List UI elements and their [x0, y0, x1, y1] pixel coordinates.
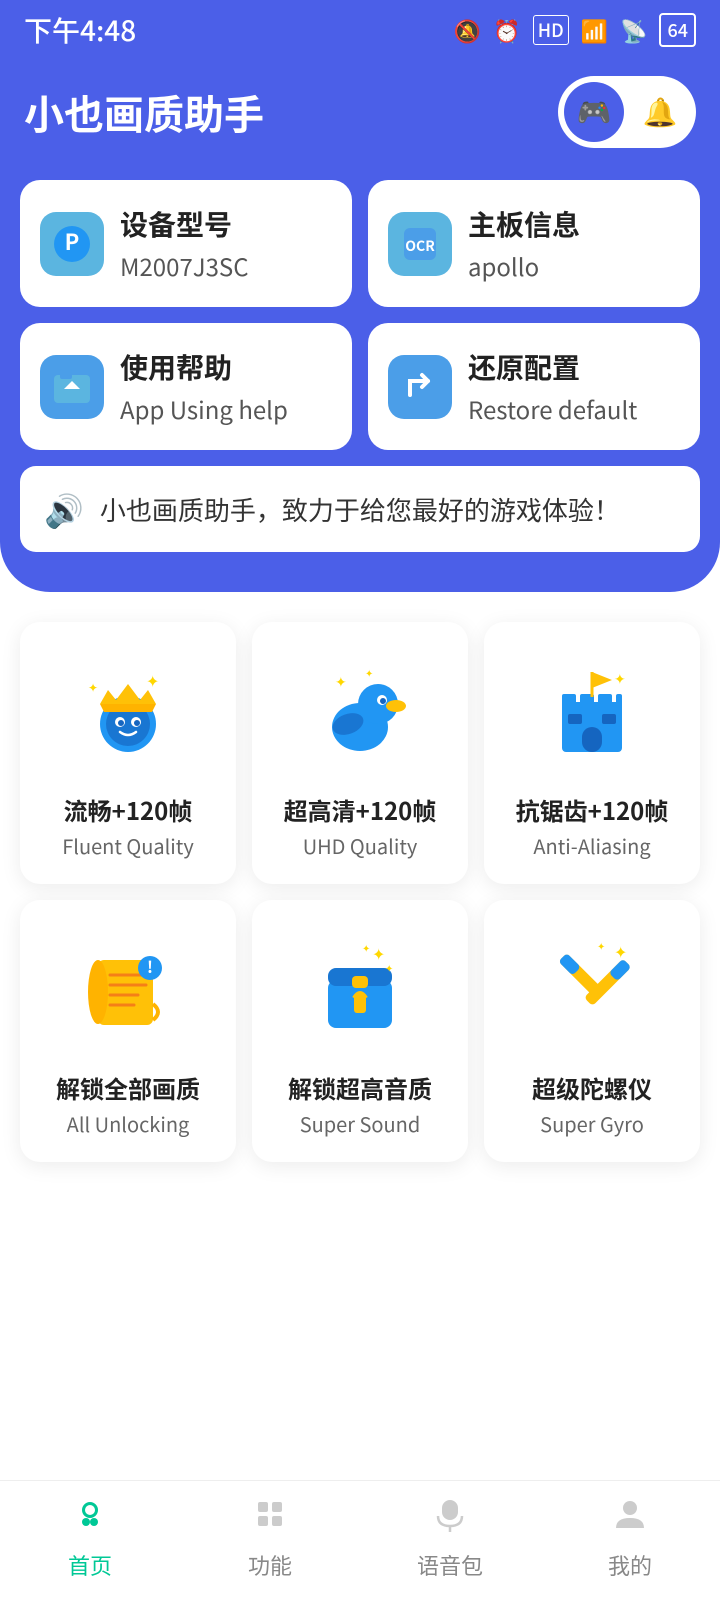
svg-text:✦: ✦	[365, 665, 373, 680]
svg-text:✦: ✦	[614, 669, 626, 689]
supergyro-title-en: Super Gyro	[540, 1109, 644, 1138]
help-title: 使用帮助	[120, 347, 288, 387]
app-header: 小也画质助手 🎮 🔔	[0, 60, 720, 180]
uhd-icon-area: ✦ ✦	[300, 652, 420, 772]
help-icon	[40, 355, 104, 419]
fluent-card[interactable]: ✦ ✦ 流畅+120帧 Fluent Quality	[20, 622, 236, 884]
antialiasing-title-cn: 抗锯齿+120帧	[516, 792, 669, 827]
status-bar: 下午4:48 🔕 ⏰ HD 📶 📡 64	[0, 0, 720, 60]
restore-card[interactable]: 还原配置 Restore default	[368, 323, 700, 450]
nav-voicepack-label: 语音包	[417, 1549, 483, 1581]
fluent-title-en: Fluent Quality	[62, 831, 194, 860]
board-title: 主板信息	[468, 204, 580, 244]
restore-sub: Restore default	[468, 391, 637, 426]
mute-icon: 🔕	[454, 14, 481, 46]
nav-mine-label: 我的	[608, 1549, 652, 1581]
svg-text:✦: ✦	[372, 941, 385, 965]
svg-text:✦: ✦	[597, 940, 605, 953]
nav-home-label: 首页	[68, 1549, 112, 1581]
restore-title: 还原配置	[468, 347, 637, 387]
supergyro-icon-area: ✦ ✦	[532, 930, 652, 1050]
supersound-icon-area: ✦ ✦ ✦	[300, 930, 420, 1050]
supersound-title-cn: 解锁超高音质	[288, 1070, 432, 1105]
help-sub: App Using help	[120, 391, 288, 426]
svg-text:!: !	[147, 954, 153, 978]
nav-features-label: 功能	[248, 1549, 292, 1581]
antialiasing-card[interactable]: ✦ 抗锯齿+120帧 Anti-Aliasing	[484, 622, 700, 884]
signal-icon: 📶	[581, 14, 608, 46]
announce-icon: 🔊	[44, 486, 84, 532]
allunlock-title-en: All Unlocking	[67, 1109, 190, 1138]
allunlock-icon-area: !	[68, 930, 188, 1050]
announce-text: 小也画质助手，致力于给您最好的游戏体验！	[100, 491, 620, 528]
svg-text:P: P	[65, 225, 80, 257]
home-icon: +	[72, 1491, 108, 1543]
fluent-icon-area: ✦ ✦	[68, 652, 188, 772]
alarm-icon: ⏰	[493, 14, 520, 46]
bottom-nav: + 首页 功能 语音包	[0, 1480, 720, 1600]
board-icon: OCR	[388, 212, 452, 276]
board-sub: apollo	[468, 248, 580, 283]
nav-mine[interactable]: 我的	[540, 1491, 720, 1581]
svg-text:✦: ✦	[146, 668, 159, 692]
allunlock-card[interactable]: ! 解锁全部画质 All Unlocking	[20, 900, 236, 1162]
fluent-title-cn: 流畅+120帧	[64, 792, 193, 827]
mine-icon	[612, 1491, 648, 1543]
feature-grid: ✦ ✦ 流畅+120帧 Fluent Quality	[20, 622, 700, 1162]
svg-text:✦: ✦	[385, 960, 393, 975]
svg-text:✦: ✦	[362, 940, 370, 955]
voicepack-icon	[432, 1491, 468, 1543]
device-title: 设备型号	[120, 204, 249, 244]
svg-text:✦: ✦	[614, 940, 627, 963]
supergyro-title-cn: 超级陀螺仪	[532, 1070, 652, 1105]
device-sub: M2007J3SC	[120, 248, 249, 283]
header-actions: 🎮 🔔	[558, 76, 696, 148]
svg-text:✦: ✦	[335, 672, 347, 692]
game-button[interactable]: 🎮	[564, 82, 624, 142]
svg-text:OCR: OCR	[405, 236, 435, 256]
svg-text:+: +	[88, 1505, 93, 1516]
nav-home[interactable]: + 首页	[0, 1491, 180, 1581]
board-card[interactable]: OCR 主板信息 apollo	[368, 180, 700, 307]
supergyro-card[interactable]: ✦ ✦ 超级陀螺仪 Super Gyro	[484, 900, 700, 1162]
help-card[interactable]: 使用帮助 App Using help	[20, 323, 352, 450]
features-icon	[252, 1491, 288, 1543]
hd-icon: HD	[533, 15, 569, 45]
supersound-title-en: Super Sound	[300, 1109, 421, 1138]
status-icons: 🔕 ⏰ HD 📶 📡 64	[454, 13, 696, 47]
device-icon: P	[40, 212, 104, 276]
nav-voicepack[interactable]: 语音包	[360, 1491, 540, 1581]
battery-icon: 64	[659, 13, 696, 47]
app-title: 小也画质助手	[24, 83, 264, 141]
main-blue-section: P 设备型号 M2007J3SC OCR 主板信息 apollo	[0, 180, 720, 592]
feature-section: ✦ ✦ 流畅+120帧 Fluent Quality	[0, 592, 720, 1182]
antialiasing-title-en: Anti-Aliasing	[533, 831, 650, 860]
allunlock-title-cn: 解锁全部画质	[56, 1070, 200, 1105]
device-card[interactable]: P 设备型号 M2007J3SC	[20, 180, 352, 307]
uhd-card[interactable]: ✦ ✦ 超高清+120帧 UHD Quality	[252, 622, 468, 884]
supersound-card[interactable]: ✦ ✦ ✦ 解锁超高音质 Super Sound	[252, 900, 468, 1162]
info-cards-row1: P 设备型号 M2007J3SC OCR 主板信息 apollo	[20, 180, 700, 307]
antialiasing-icon-area: ✦	[532, 652, 652, 772]
announcement-bar: 🔊 小也画质助手，致力于给您最好的游戏体验！	[20, 466, 700, 552]
wifi-icon: 📡	[620, 14, 647, 46]
nav-features[interactable]: 功能	[180, 1491, 360, 1581]
restore-icon	[388, 355, 452, 419]
svg-text:✦: ✦	[88, 679, 98, 696]
uhd-title-cn: 超高清+120帧	[284, 792, 437, 827]
status-time: 下午4:48	[24, 10, 136, 50]
uhd-title-en: UHD Quality	[303, 831, 418, 860]
bell-button[interactable]: 🔔	[630, 82, 690, 142]
info-cards-row2: 使用帮助 App Using help 还原配置 Restore default	[20, 323, 700, 450]
